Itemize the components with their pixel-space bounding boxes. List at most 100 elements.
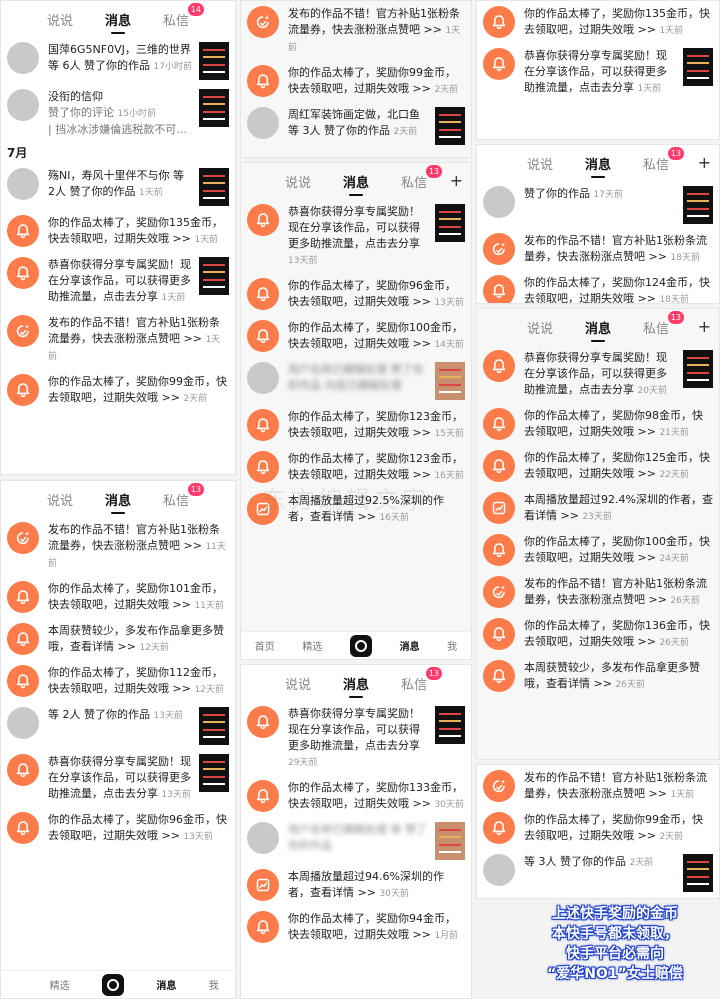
post-thumbnail[interactable] [683, 186, 713, 224]
notification-item[interactable]: 用户名称已模糊处理 赞了你的作品 内容已模糊处理 [241, 357, 471, 404]
notification-item[interactable]: 发布的作品不错！官方补贴1张粉条流量券，快去涨粉涨点赞吧 >> 1天前 [1, 310, 235, 369]
notification-item[interactable]: 本周获赞较少，多发布作品拿更多赞哦，查看详情 >> 26天前 [477, 655, 719, 697]
tab-messages[interactable]: 消息 [105, 490, 131, 514]
notification-avatar[interactable] [483, 233, 515, 265]
notification-item[interactable]: 你的作品太棒了，奖励你101金币，快去领取吧，过期失效哦 >> 11天前 [1, 576, 235, 618]
avatar[interactable] [7, 707, 39, 739]
add-icon[interactable]: + [698, 153, 711, 172]
notification-item[interactable]: 你的作品太棒了，奖励你123金币，快去领取吧，过期失效哦 >> 15天前 [241, 404, 471, 446]
notification-avatar[interactable] [7, 812, 39, 844]
notification-item[interactable]: 你的作品太棒了，奖励你135金币，快去领取吧，过期失效哦 >> 1天前 [477, 1, 719, 43]
notification-avatar[interactable] [247, 409, 279, 441]
notification-avatar[interactable] [7, 315, 39, 347]
notification-item[interactable]: 你的作品太棒了，奖励你133金币，快去领取吧，过期失效哦 >> 30天前 [241, 775, 471, 817]
notification-avatar[interactable] [483, 660, 515, 692]
notification-avatar[interactable] [7, 623, 39, 655]
notification-avatar[interactable] [247, 204, 279, 236]
post-thumbnail[interactable] [435, 204, 465, 242]
post-thumbnail[interactable] [199, 707, 229, 745]
notification-avatar[interactable] [483, 450, 515, 482]
add-icon[interactable]: + [698, 317, 711, 336]
tab-direct-messages[interactable]: 私信 13 [643, 146, 685, 173]
notification-item[interactable]: 本周播放量超过92.4%深圳的作者，查看详情 >> 23天前 [477, 487, 719, 529]
notification-item[interactable]: 你的作品太棒了，奖励你96金币，快去领取吧，过期失效哦 >> 13天前 [241, 273, 471, 315]
notification-item[interactable]: 本周获赞较少，多发布作品拿更多赞哦，查看详情 >> 12天前 [1, 618, 235, 660]
tab-messages[interactable]: 消息 [585, 154, 611, 178]
notification-item[interactable]: 你的作品太棒了，奖励你94金币，快去领取吧，过期失效哦 >> 1月前 [241, 906, 471, 948]
tab-messages[interactable]: 消息 [105, 10, 131, 34]
tab-posts[interactable]: 说说 [285, 674, 311, 693]
notification-avatar[interactable] [7, 665, 39, 697]
notification-item[interactable]: 你的作品太棒了，奖励你124金币，快去领取吧，过期失效哦 >> 18天前 [477, 270, 719, 303]
notification-avatar[interactable] [483, 812, 515, 844]
notification-avatar[interactable] [483, 618, 515, 650]
notification-item[interactable]: 等 2人 赞了你的作品 13天前 [1, 702, 235, 749]
notification-avatar[interactable] [7, 257, 39, 289]
notification-item[interactable]: 你的作品太棒了，奖励你99金币，快去领取吧，过期失效哦 >> 2天前 [477, 807, 719, 849]
tab-posts[interactable]: 说说 [47, 10, 73, 29]
notification-avatar[interactable] [247, 706, 279, 738]
notification-avatar[interactable] [483, 408, 515, 440]
tab-posts[interactable]: 说说 [285, 172, 311, 191]
notification-item[interactable]: 你的作品太棒了，奖励你123金币，快去领取吧，过期失效哦 >> 16天前 [241, 446, 471, 488]
tab-direct-messages[interactable]: 私信 13 [163, 482, 205, 509]
notification-avatar[interactable] [483, 576, 515, 608]
notification-avatar[interactable] [7, 374, 39, 406]
notification-item[interactable]: 国萍6G5NF0VJ，三维的世界 等 6人 赞了你的作品 17小时前 [1, 37, 235, 84]
notification-item[interactable]: 赞了你的作品 17天前 [477, 181, 719, 228]
notification-item[interactable]: 没衔的信仰 赞了你的评论 15小时前 | 挡冰冰涉嫌倫逃税款不可... [1, 84, 235, 142]
notification-item[interactable]: 你的作品太棒了，奖励你98金币，快去领取吧，过期失效哦 >> 21天前 [477, 403, 719, 445]
notification-item[interactable]: 你的作品太棒了，奖励你99金币，快去领取吧，过期失效哦 >> 2天前 [1, 369, 235, 411]
notification-avatar[interactable] [247, 780, 279, 812]
notification-avatar[interactable] [483, 6, 515, 38]
notification-item[interactable]: 殇NI，寿风十里伴不与你 等 2人 赞了你的作品 1天前 [1, 163, 235, 210]
notification-avatar[interactable] [247, 911, 279, 943]
post-thumbnail[interactable] [435, 362, 465, 400]
notification-item[interactable]: 恭喜你获得分享专属奖励！现在分享该作品，可以获得更多助推流量，点击去分享 29天… [241, 701, 471, 775]
notification-item[interactable]: 恭喜你获得分享专属奖励！现在分享该作品，可以获得更多助推流量，点击去分享 1天前 [477, 43, 719, 101]
notification-item[interactable]: 你的作品太棒了，奖励你100金币，快去领取吧，过期失效哦 >> 24天前 [477, 529, 719, 571]
notification-item[interactable]: 周红军装饰画定做，北口鱼 等 3人 赞了你的作品 2天前 [241, 102, 471, 149]
notification-item[interactable]: 发布的作品不错！官方补贴1张粉条流量券，快去涨粉涨点赞吧 >> 1天前 [241, 1, 471, 60]
notification-avatar[interactable] [7, 754, 39, 786]
tab-direct-messages[interactable]: 私信 13 [401, 164, 443, 191]
add-icon[interactable]: + [450, 171, 463, 190]
avatar[interactable] [247, 362, 279, 394]
nav-me[interactable]: 我 [209, 977, 219, 992]
tab-posts[interactable]: 说说 [47, 490, 73, 509]
nav-featured[interactable]: 精选 [50, 977, 70, 992]
nav-messages[interactable]: 消息 [156, 977, 176, 992]
notification-avatar[interactable] [483, 275, 515, 303]
nav-featured[interactable]: 精选 [302, 638, 322, 653]
post-thumbnail[interactable] [435, 706, 465, 744]
notification-avatar[interactable] [483, 770, 515, 802]
nav-me[interactable]: 我 [447, 638, 457, 653]
notification-item[interactable]: 恭喜你获得分享专属奖励！现在分享该作品，可以获得更多助推流量，点击去分享 1天前 [1, 252, 235, 310]
tab-posts[interactable]: 说说 [527, 154, 553, 173]
notification-avatar[interactable] [483, 48, 515, 80]
notification-avatar[interactable] [7, 581, 39, 613]
post-thumbnail[interactable] [199, 168, 229, 206]
tab-direct-messages[interactable]: 私信 13 [401, 666, 443, 693]
notification-item[interactable]: 用户名称已模糊处理 等 赞了你的作品 [241, 817, 471, 864]
post-thumbnail[interactable] [199, 754, 229, 792]
post-thumbnail[interactable] [435, 107, 465, 145]
notification-avatar[interactable] [483, 492, 515, 524]
notification-item[interactable]: 你的作品太棒了，奖励你125金币，快去领取吧，过期失效哦 >> 22天前 [477, 445, 719, 487]
notification-item[interactable]: 你的作品太棒了，奖励你136金币，快去领取吧，过期失效哦 >> 26天前 [477, 613, 719, 655]
post-thumbnail[interactable] [199, 42, 229, 80]
notification-item[interactable]: 发布的作品不错！官方补贴1张粉条流量券，快去涨粉涨点赞吧 >> 11天前 [1, 517, 235, 576]
tab-posts[interactable]: 说说 [527, 318, 553, 337]
notification-item[interactable]: 恭喜你获得分享专属奖励！现在分享该作品，可以获得更多助推流量，点击去分享 20天… [477, 345, 719, 403]
avatar[interactable] [247, 822, 279, 854]
tab-direct-messages[interactable]: 私信 14 [163, 2, 205, 29]
notification-avatar[interactable] [247, 869, 279, 901]
nav-messages[interactable]: 消息 [400, 638, 420, 653]
camera-button[interactable] [101, 973, 124, 996]
notification-item[interactable]: 本周播放量超过92.5%深圳的作者，查看详情 >> 16天前 [241, 488, 471, 530]
notification-item[interactable]: 你的作品太棒了，奖励你96金币，快去领取吧，过期失效哦 >> 13天前 [1, 807, 235, 849]
notification-item[interactable]: 恭喜你获得分享专属奖励！现在分享该作品，可以获得更多助推流量，点击去分享 13天… [241, 199, 471, 273]
tab-messages[interactable]: 消息 [585, 318, 611, 342]
notification-item[interactable]: 本周播放量超过94.6%深圳的作者，查看详情 >> 30天前 [241, 864, 471, 906]
avatar[interactable] [7, 168, 39, 200]
